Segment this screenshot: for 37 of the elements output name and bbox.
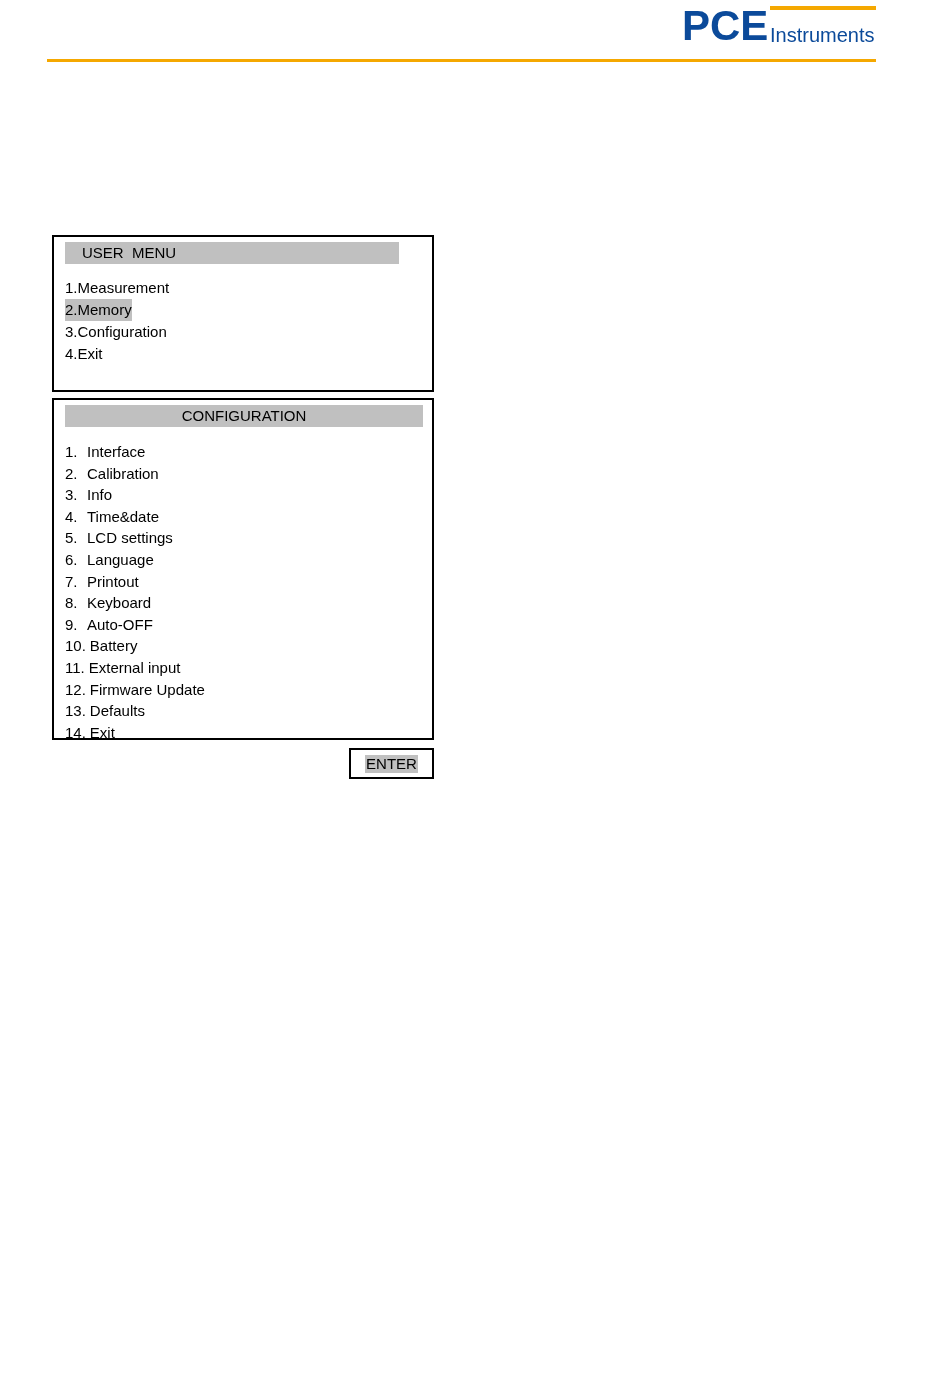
menu-item[interactable]: Info <box>87 484 113 506</box>
menu-item[interactable]: Language <box>87 548 154 571</box>
item-number: 6. <box>65 549 79 570</box>
item-number: 10. <box>65 636 87 657</box>
menu-item[interactable]: 2.Memory <box>65 299 132 321</box>
item-number: 14. <box>65 722 87 738</box>
menu-item[interactable]: External input <box>88 656 181 679</box>
menu-item[interactable]: Interface <box>87 441 146 463</box>
item-number: 7. <box>65 571 79 592</box>
menu-item[interactable]: Time&date <box>87 505 159 528</box>
logo-text: Instruments <box>770 23 875 48</box>
menu-item[interactable]: LCD settings <box>87 527 173 549</box>
menu-item[interactable]: 3.Configuration <box>65 321 167 343</box>
menu-item[interactable]: Battery <box>89 635 138 657</box>
item-number: 12. <box>65 679 87 700</box>
item-number: 3. <box>65 485 79 506</box>
item-number: 2. <box>65 463 79 484</box>
item-number: 8. <box>65 593 79 614</box>
menu-item[interactable]: Printout <box>87 570 139 593</box>
menu-title: CONFIGURATION <box>65 405 423 427</box>
menu-item[interactable]: 4.Exit <box>65 343 103 365</box>
item-number: 9. <box>65 614 79 635</box>
menu-item[interactable]: Keyboard <box>87 592 152 614</box>
menu-item[interactable]: Calibration <box>87 462 159 485</box>
menu-item[interactable]: Defaults <box>89 700 145 722</box>
menu-item[interactable]: 1.Measurement <box>65 277 170 299</box>
item-number: 4. <box>65 506 79 527</box>
item-number: 11. <box>65 657 86 678</box>
item-number: 13. <box>65 701 87 722</box>
menu-item[interactable]: Auto-OFF <box>87 613 153 636</box>
enter-button[interactable]: ENTER <box>349 748 434 779</box>
menu-item[interactable]: Firmware Update <box>89 678 205 701</box>
menu-title: USER MENU <box>65 242 399 264</box>
menu-item[interactable]: Exit <box>89 721 115 738</box>
item-number: 5. <box>65 528 79 549</box>
logo-mark: PCE <box>682 2 769 50</box>
item-number: 1. <box>65 442 79 462</box>
